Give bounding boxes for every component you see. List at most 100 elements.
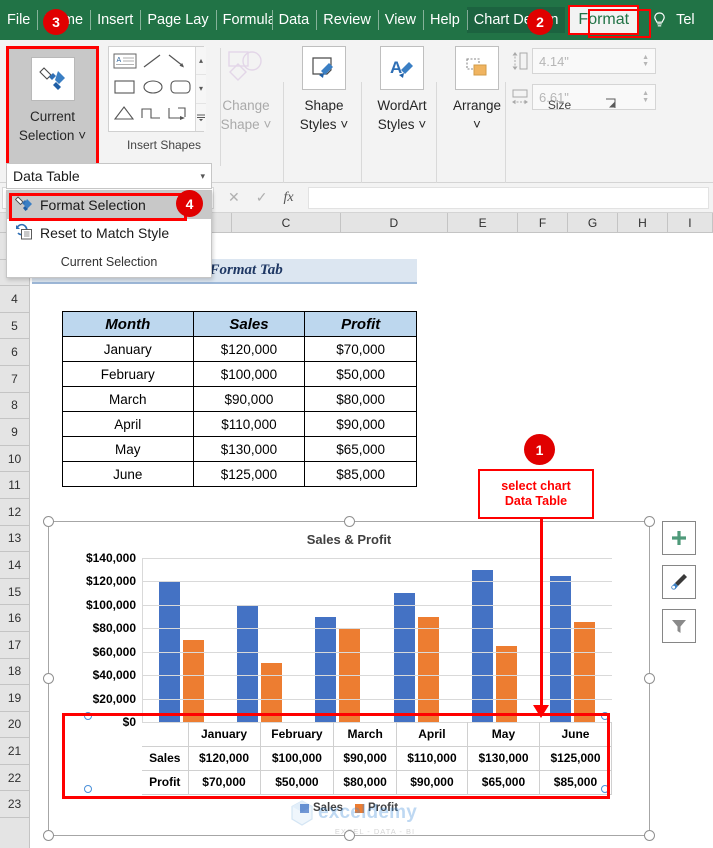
cell-sales[interactable]: $90,000 [193,387,305,412]
row-header-13[interactable]: 13 [0,526,29,553]
column-header-d[interactable]: D [341,213,448,232]
row-header-8[interactable]: 8 [0,393,29,420]
row-header-17[interactable]: 17 [0,632,29,659]
rounded-rectangle-shape-icon[interactable] [169,78,193,101]
ribbon-tab-view[interactable]: View [378,7,423,33]
chart-filters-button[interactable] [662,609,696,643]
change-shape-button[interactable]: Change Shape ˅ [210,46,282,134]
shape-height-field[interactable]: 4.14" ▲▼ [532,48,656,74]
row-header-23[interactable]: 23 [0,791,29,818]
cell-month[interactable]: May [63,437,194,462]
ribbon-tab-help[interactable]: Help [423,7,467,33]
column-header-f[interactable]: F [518,213,568,232]
elbow-arrow-connector-icon[interactable] [167,104,189,127]
cell-profit[interactable]: $70,000 [305,337,417,362]
table-row[interactable]: January $120,000 $70,000 [63,337,417,362]
formula-input[interactable] [308,187,709,209]
bar-group-january[interactable] [142,558,220,722]
column-header-h[interactable]: H [618,213,668,232]
cell-month[interactable]: April [63,412,194,437]
row-header-15[interactable]: 15 [0,579,29,606]
chevron-down-icon[interactable]: ▾ [200,171,205,182]
cell-profit[interactable]: $65,000 [305,437,417,462]
enter-formula-icon[interactable]: ✓ [256,189,268,206]
oval-shape-icon[interactable] [142,78,164,101]
bar-sales-june[interactable] [550,576,571,722]
ribbon-tab-review[interactable]: Review [316,7,378,33]
row-header-11[interactable]: 11 [0,472,29,499]
arrange-button[interactable]: Arrange ˅ [441,46,513,134]
cell-sales[interactable]: $130,000 [193,437,305,462]
shapes-gallery[interactable]: A ▴ ▾ [108,46,204,132]
row-header-19[interactable]: 19 [0,685,29,712]
shape-height-stepper[interactable]: ▲▼ [642,54,649,68]
cell-month[interactable]: January [63,337,194,362]
legend-item-profit[interactable]: Profit [355,802,398,814]
cell-profit[interactable]: $80,000 [305,387,417,412]
shapes-gallery-scrollbar[interactable]: ▴ ▾ [195,47,206,131]
current-selection-group[interactable]: Current Selection ˅ [6,46,99,166]
row-header-16[interactable]: 16 [0,605,29,632]
chart-resize-handle-tr[interactable] [644,516,655,527]
row-header-7[interactable]: 7 [0,366,29,393]
cell-profit[interactable]: $50,000 [305,362,417,387]
bar-profit-june[interactable] [574,622,595,722]
row-header-10[interactable]: 10 [0,446,29,473]
bar-group-march[interactable] [299,558,377,722]
chart-title[interactable]: Sales & Profit [49,532,649,547]
row-header-9[interactable]: 9 [0,419,29,446]
ribbon-tab-formulas[interactable]: Formulas [216,7,272,33]
bar-sales-april[interactable] [394,593,415,722]
chart-resize-handle-bl[interactable] [43,830,54,841]
bar-group-february[interactable] [220,558,298,722]
lightbulb-icon[interactable] [648,12,670,28]
cell-profit[interactable]: $90,000 [305,412,417,437]
arrow-shape-icon[interactable] [167,52,187,75]
line-shape-icon[interactable] [142,52,162,75]
cell-month[interactable]: June [63,462,194,487]
cell-month[interactable]: February [63,362,194,387]
bar-profit-may[interactable] [496,646,517,722]
table-row[interactable]: April $110,000 $90,000 [63,412,417,437]
ribbon-tab-insert[interactable]: Insert [90,7,140,33]
ribbon-tab-page-layout[interactable]: Page Lay [140,7,215,33]
row-header-6[interactable]: 6 [0,339,29,366]
size-dialog-launcher-icon[interactable] [605,98,616,112]
wordart-styles-button[interactable]: A WordArt Styles ˅ [366,46,438,134]
column-header-e[interactable]: E [448,213,518,232]
cell-profit[interactable]: $85,000 [305,462,417,487]
column-header-i[interactable]: I [668,213,713,232]
chart-elements-button[interactable] [662,521,696,555]
rectangle-shape-icon[interactable] [113,78,137,101]
table-row[interactable]: March $90,000 $80,000 [63,387,417,412]
shape-styles-button[interactable]: Shape Styles ˅ [288,46,360,134]
row-header-4[interactable]: 4 [0,286,29,313]
elbow-connector-icon[interactable] [140,104,162,127]
bar-profit-april[interactable] [418,617,439,722]
triangle-shape-icon[interactable] [113,104,135,127]
tell-me-box[interactable]: Tel [670,12,695,28]
bar-sales-february[interactable] [237,605,258,722]
row-header-14[interactable]: 14 [0,552,29,579]
ribbon-tab-file[interactable]: File [0,7,37,33]
chart-legend[interactable]: Sales Profit [49,802,649,814]
legend-item-sales[interactable]: Sales [300,802,343,814]
column-header-c[interactable]: C [232,213,340,232]
textbox-shape-icon[interactable]: A [113,52,137,75]
row-header-22[interactable]: 22 [0,765,29,792]
chart-resize-handle-bc[interactable] [344,830,355,841]
row-header-5[interactable]: 5 [0,313,29,340]
cell-month[interactable]: March [63,387,194,412]
bar-group-april[interactable] [377,558,455,722]
ribbon-tab-data[interactable]: Data [272,7,317,33]
row-header-20[interactable]: 20 [0,712,29,739]
bar-sales-march[interactable] [315,617,336,722]
row-header-12[interactable]: 12 [0,499,29,526]
cell-sales[interactable]: $100,000 [193,362,305,387]
chart-resize-handle-ml[interactable] [43,673,54,684]
bar-group-may[interactable] [455,558,533,722]
table-row[interactable]: February $100,000 $50,000 [63,362,417,387]
table-row[interactable]: May $130,000 $65,000 [63,437,417,462]
cell-sales[interactable]: $120,000 [193,337,305,362]
row-header-21[interactable]: 21 [0,738,29,765]
